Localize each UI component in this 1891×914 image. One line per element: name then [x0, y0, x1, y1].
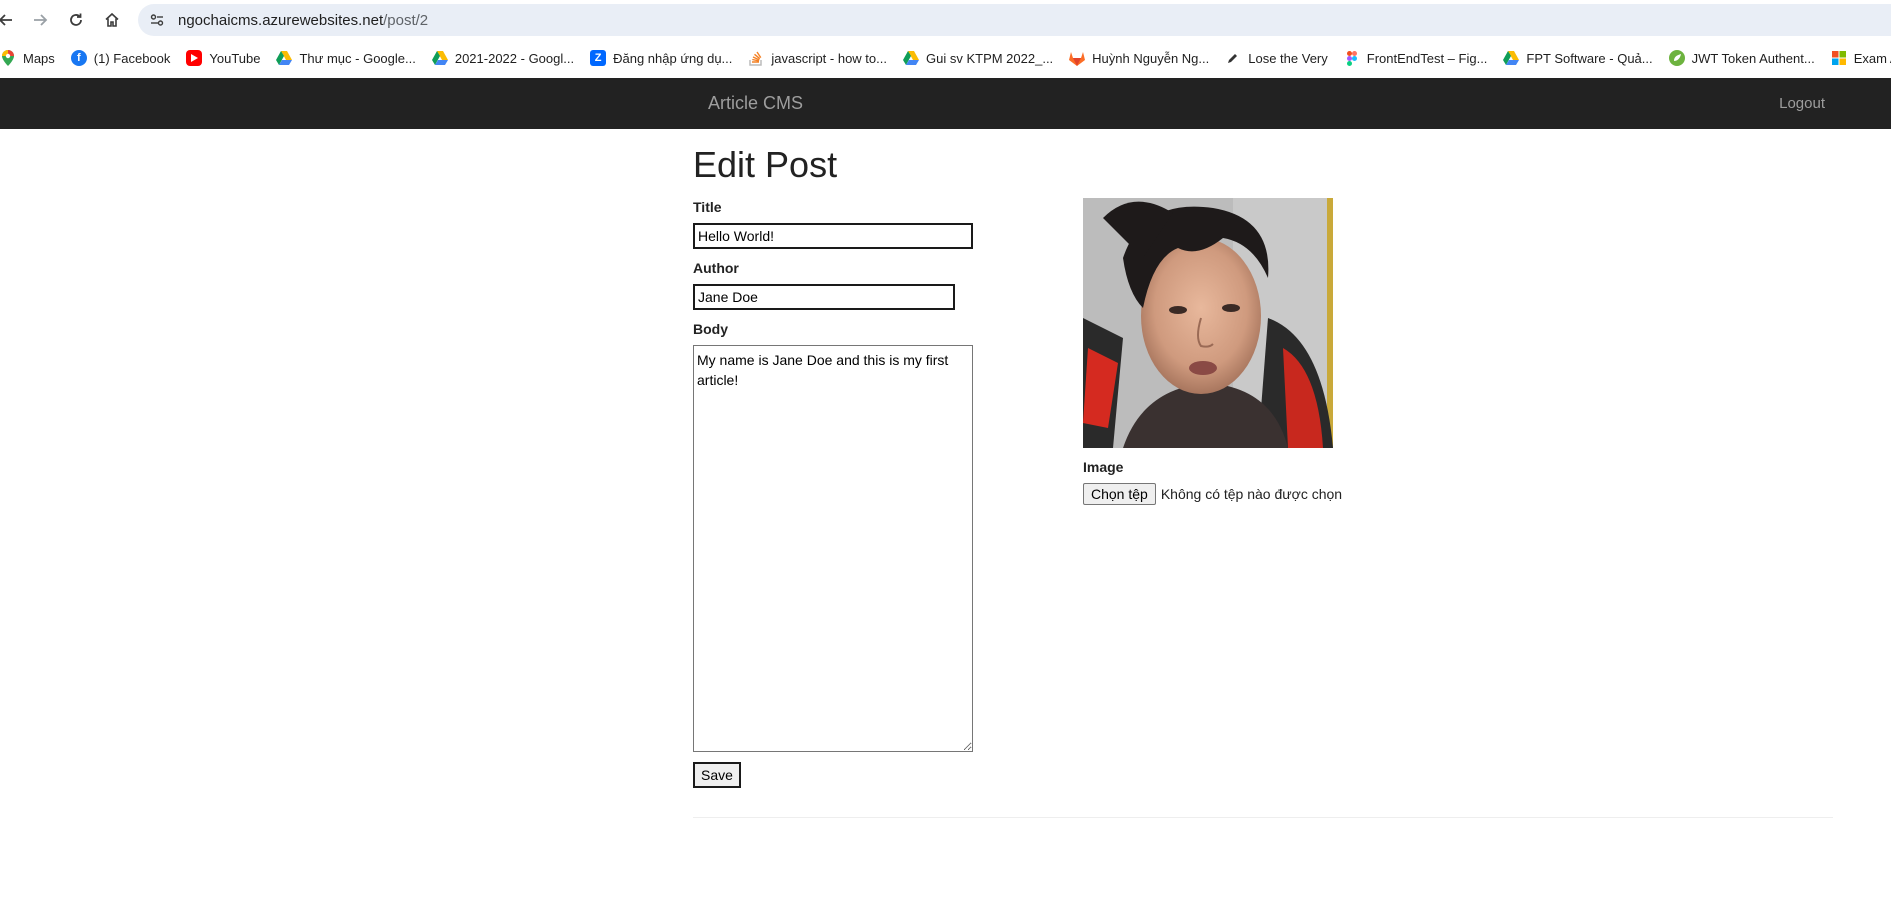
gitlab-icon [1069, 50, 1086, 66]
navbar-brand[interactable]: Article CMS [708, 78, 803, 129]
maps-pin-icon [0, 50, 16, 66]
bookmark-item[interactable]: javascript - how to... [742, 44, 897, 72]
bookmark-label: JWT Token Authent... [1691, 50, 1815, 66]
bookmark-item[interactable]: 2021-2022 - Googl... [426, 44, 584, 72]
bookmark-item[interactable]: Lose the Very [1219, 44, 1338, 72]
bookmark-item[interactable]: Huỳnh Nguyễn Ng... [1063, 44, 1219, 72]
page-title: Edit Post [693, 144, 838, 185]
bookmark-item[interactable]: Maps [0, 44, 65, 72]
bookmark-label: Exam AZ-900: Micr... [1853, 50, 1891, 66]
figma-icon [1344, 50, 1360, 66]
google-drive-icon [1503, 50, 1520, 66]
google-drive-icon [903, 50, 919, 66]
title-label: Title [693, 199, 722, 215]
body-label: Body [693, 321, 728, 337]
url-host: ngochaicms.azurewebsites.net [178, 11, 384, 29]
bookmark-item[interactable]: f (1) Facebook [65, 44, 181, 72]
back-arrow-icon[interactable] [0, 8, 18, 32]
post-image [1083, 198, 1333, 448]
home-icon[interactable] [100, 8, 124, 32]
bookmark-item[interactable]: JWT Token Authent... [1663, 44, 1825, 72]
bookmark-item[interactable]: Z Đăng nhập ứng dụ... [584, 44, 742, 72]
bookmarks-bar: Maps f (1) Facebook YouTube Thư mục - Google… [0, 40, 1891, 76]
bookmark-label: Huỳnh Nguyễn Ng... [1092, 50, 1210, 66]
bookmark-item[interactable]: Exam AZ-900: Micr... [1825, 44, 1891, 72]
google-drive-icon [276, 50, 293, 66]
stackoverflow-icon [748, 50, 764, 66]
browser-toolbar: ngochaicms.azurewebsites.net/post/2 [0, 0, 1891, 40]
bookmark-label: Lose the Very [1248, 50, 1328, 66]
footer-divider [693, 817, 1833, 818]
bookmark-label: 2021-2022 - Googl... [454, 50, 575, 66]
url-path: /post/2 [383, 11, 429, 29]
logout-link[interactable]: Logout [1779, 78, 1825, 129]
author-label: Author [693, 260, 739, 276]
pen-icon [1225, 50, 1241, 66]
image-label: Image [1083, 459, 1124, 475]
bookmark-item[interactable]: YouTube [180, 44, 270, 72]
site-navbar: Article CMS Logout [0, 78, 1891, 129]
bookmark-label: Maps [23, 50, 55, 66]
image-file-input: Chọn tệp Không có tệp nào được chọn [1083, 483, 1342, 505]
site-settings-icon[interactable] [144, 7, 170, 33]
microsoft-icon [1831, 50, 1847, 66]
bookmark-label: FrontEndTest – Fig... [1366, 50, 1488, 66]
reload-icon[interactable] [64, 8, 88, 32]
address-bar[interactable]: ngochaicms.azurewebsites.net/post/2 [138, 4, 1891, 36]
bookmark-label: Gui sv KTPM 2022_... [926, 50, 1054, 66]
facebook-icon: f [70, 50, 87, 66]
google-drive-icon [431, 50, 448, 66]
title-input[interactable] [693, 223, 973, 249]
choose-file-button[interactable]: Chọn tệp [1083, 483, 1156, 505]
bookmark-label: Thư mục - Google... [299, 50, 416, 66]
bookmark-item[interactable]: FPT Software - Quả... [1497, 44, 1662, 72]
bookmark-item[interactable]: FrontEndTest – Fig... [1338, 44, 1498, 72]
spring-leaf-icon [1668, 50, 1685, 66]
url-text: ngochaicms.azurewebsites.net/post/2 [178, 12, 428, 29]
forward-arrow-icon[interactable] [28, 8, 52, 32]
youtube-icon [186, 50, 203, 66]
author-input[interactable] [693, 284, 955, 310]
bookmark-label: (1) Facebook [93, 50, 171, 66]
bookmark-item[interactable]: Gui sv KTPM 2022_... [897, 44, 1063, 72]
zalo-icon: Z [590, 50, 607, 66]
save-button[interactable]: Save [693, 762, 741, 788]
bookmark-item[interactable]: Thư mục - Google... [270, 44, 425, 72]
bookmark-label: FPT Software - Quả... [1526, 50, 1653, 66]
body-textarea[interactable]: My name is Jane Doe and this is my first… [693, 345, 973, 752]
bookmark-label: javascript - how to... [771, 50, 887, 66]
bookmark-label: YouTube [209, 50, 261, 66]
bookmark-label: Đăng nhập ứng dụ... [613, 50, 733, 66]
file-status-text: Không có tệp nào được chọn [1160, 486, 1343, 502]
